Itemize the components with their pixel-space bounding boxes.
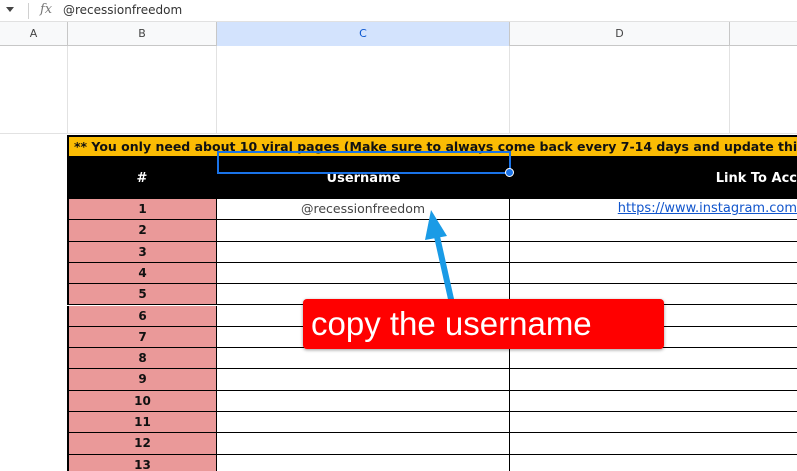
annotation-callout: copy the username	[303, 299, 664, 349]
annotation-arrow	[425, 210, 454, 302]
arrow-shaft	[433, 229, 454, 302]
arrow-head	[425, 210, 447, 240]
